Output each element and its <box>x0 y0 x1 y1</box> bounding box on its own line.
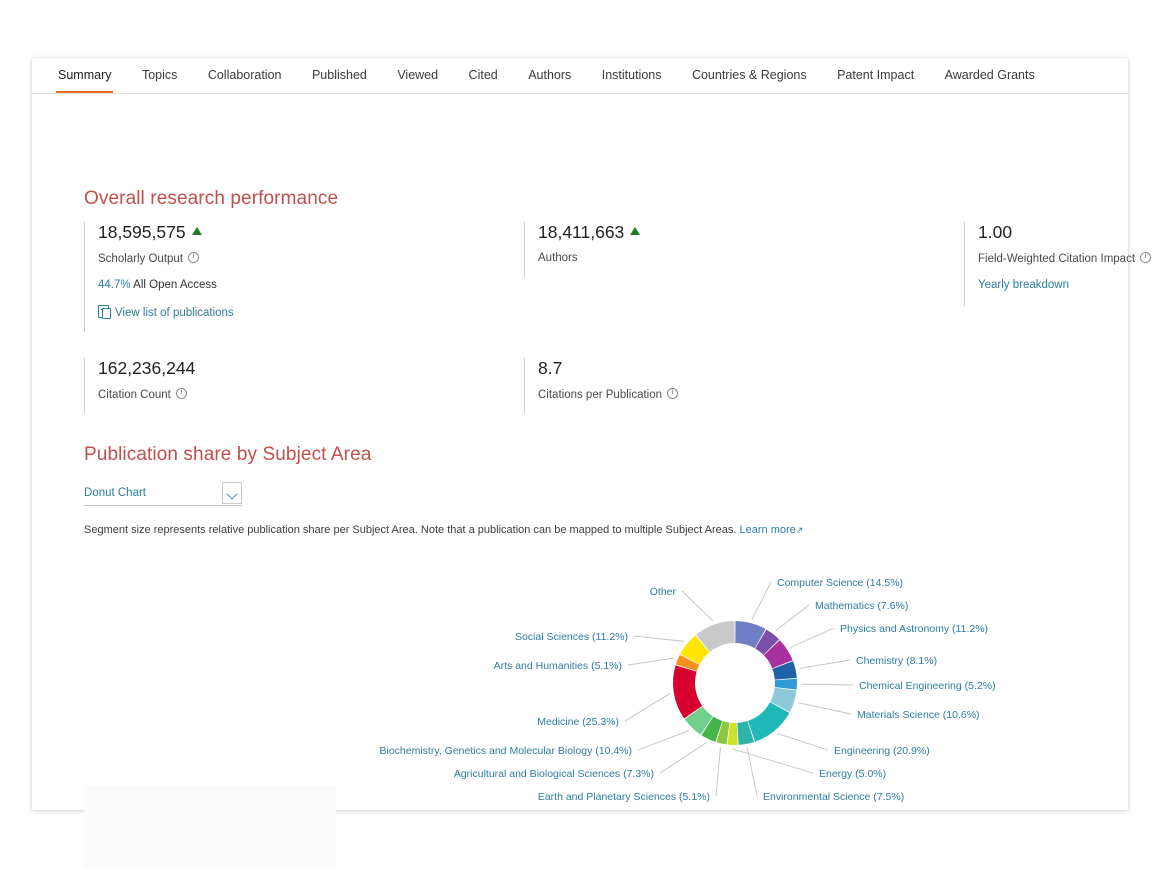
leader-line <box>732 749 813 773</box>
citation-count-value: 162,236,244 <box>98 358 195 378</box>
donut-slice-label[interactable]: Computer Science (14.5%) <box>777 577 903 589</box>
tab-cited[interactable]: Cited <box>459 58 508 93</box>
donut-chart-svg: Computer Science (14.5%) Mathematics (7.6… <box>84 556 1084 818</box>
leader-line <box>625 694 670 721</box>
metric-citation-count: 162,236,244 Citation Count <box>84 358 195 414</box>
leader-line <box>801 684 853 685</box>
open-access-row: 44.7% All Open Access <box>98 279 234 291</box>
donut-slice-label[interactable]: Chemistry (8.1%) <box>856 655 937 667</box>
metric-authors: 18,411,663 Authors <box>524 222 640 278</box>
tab-viewed[interactable]: Viewed <box>387 58 448 93</box>
leader-line <box>776 605 809 631</box>
document-icon <box>98 305 109 318</box>
donut-slice-label[interactable]: Mathematics (7.6%) <box>815 600 908 612</box>
leader-line <box>628 658 674 665</box>
leader-line <box>799 660 850 668</box>
leader-line <box>752 582 771 619</box>
chart-note-text: Segment size represents relative publica… <box>84 524 736 536</box>
donut-slice-label[interactable]: Medicine (25.3%) <box>537 716 619 728</box>
chart-type-select[interactable]: Donut Chart <box>84 482 242 506</box>
citations-per-publication-value: 8.7 <box>538 358 678 378</box>
app-root: Summary Topics Collaboration Published V… <box>0 0 1160 870</box>
leader-line <box>716 747 720 796</box>
donut-slice-label[interactable]: Agricultural and Biological Sciences (7.… <box>454 768 654 780</box>
donut-slice-label[interactable]: Environmental Science (7.5%) <box>763 791 904 803</box>
tab-summary[interactable]: Summary <box>48 58 121 93</box>
tab-authors[interactable]: Authors <box>518 58 581 93</box>
tab-institutions[interactable]: Institutions <box>592 58 672 93</box>
learn-more-label: Learn more <box>740 524 796 536</box>
leader-line <box>638 731 689 750</box>
tab-bar: Summary Topics Collaboration Published V… <box>32 58 1128 94</box>
authors-value: 18,411,663 <box>538 222 624 242</box>
metric-label: Authors <box>538 252 640 264</box>
leader-line <box>660 743 707 773</box>
trend-up-icon <box>192 227 202 235</box>
open-access-percent: 44.7% <box>98 279 131 291</box>
fwci-value: 1.00 <box>978 222 1151 242</box>
donut-slice-label[interactable]: Materials Science (10.6%) <box>857 709 980 721</box>
metric-label: Scholarly Output <box>98 252 234 265</box>
view-list-of-publications-label: View list of publications <box>115 307 234 319</box>
trend-up-icon <box>630 227 640 235</box>
info-icon[interactable] <box>188 252 199 263</box>
metric-scholarly-output: 18,595,575 Scholarly Output 44.7% All Op… <box>84 222 234 332</box>
tab-awarded-grants[interactable]: Awarded Grants <box>935 58 1045 93</box>
info-icon[interactable] <box>1140 252 1151 263</box>
tab-patent-impact[interactable]: Patent Impact <box>827 58 924 93</box>
metric-label: Citation Count <box>98 388 195 401</box>
section-title-publication-share: Publication share by Subject Area <box>84 444 371 466</box>
scholarly-output-value: 18,595,575 <box>98 222 186 242</box>
view-list-of-publications-link[interactable]: View list of publications <box>98 305 234 319</box>
leader-line <box>634 636 684 641</box>
metric-field-weighted-citation-impact: 1.00 Field-Weighted Citation Impact Year… <box>964 222 1151 306</box>
placeholder-block <box>84 786 336 868</box>
yearly-breakdown-link[interactable]: Yearly breakdown <box>978 279 1151 291</box>
donut-chart: Computer Science (14.5%) Mathematics (7.6… <box>84 556 1084 818</box>
tab-topics[interactable]: Topics <box>132 58 187 93</box>
donut-slice-label[interactable]: Energy (5.0%) <box>819 768 886 780</box>
summary-card: Summary Topics Collaboration Published V… <box>32 58 1128 810</box>
donut-slice-label[interactable]: Other <box>650 586 677 598</box>
leader-line <box>777 734 828 750</box>
open-access-label: All Open Access <box>133 279 217 291</box>
learn-more-link[interactable]: Learn more↗ <box>740 524 804 536</box>
info-icon[interactable] <box>176 388 187 399</box>
donut-slice-label[interactable]: Chemical Engineering (5.2%) <box>859 680 996 692</box>
leader-line <box>682 591 713 621</box>
metric-value: 18,595,575 <box>98 222 234 242</box>
metric-citations-per-publication: 8.7 Citations per Publication <box>524 358 678 414</box>
metric-label: Citations per Publication <box>538 388 678 401</box>
tab-countries-regions[interactable]: Countries & Regions <box>682 58 817 93</box>
leader-line <box>791 628 834 647</box>
donut-slice-label[interactable]: Social Sciences (11.2%) <box>515 631 628 643</box>
tab-published[interactable]: Published <box>302 58 377 93</box>
info-icon[interactable] <box>667 388 678 399</box>
chart-type-selected-value: Donut Chart <box>84 482 242 504</box>
donut-slice-label[interactable]: Biochemistry, Genetics and Molecular Bio… <box>380 745 633 757</box>
donut-slice-label[interactable]: Earth and Planetary Sciences (5.1%) <box>538 791 710 803</box>
metric-value: 18,411,663 <box>538 222 640 242</box>
chart-note: Segment size represents relative publica… <box>84 524 803 536</box>
donut-slice-label[interactable]: Arts and Humanities (5.1%) <box>494 660 622 672</box>
section-title-overall-research-performance: Overall research performance <box>84 188 338 210</box>
chevron-down-icon[interactable] <box>222 482 242 504</box>
external-link-icon: ↗ <box>796 525 804 535</box>
leader-line <box>798 703 851 714</box>
donut-slice[interactable] <box>775 679 797 690</box>
donut-slice-label[interactable]: Engineering (20.9%) <box>834 745 930 757</box>
tab-collaboration[interactable]: Collaboration <box>198 58 292 93</box>
metric-label: Field-Weighted Citation Impact <box>978 252 1151 265</box>
donut-slice-label[interactable]: Physics and Astronomy (11.2%) <box>840 623 988 635</box>
